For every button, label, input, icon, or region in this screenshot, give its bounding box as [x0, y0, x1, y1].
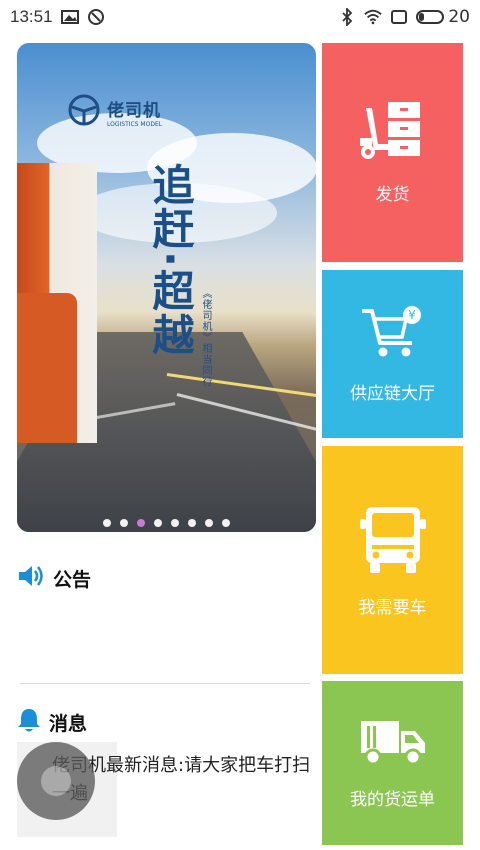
floating-assistive-button[interactable]	[17, 742, 95, 820]
delivery-truck-icon	[359, 717, 427, 771]
notice-title: 公告	[53, 568, 92, 591]
bus-icon	[359, 503, 426, 579]
message-title: 消息	[49, 712, 88, 735]
banner-carousel[interactable]: 佬司机 LOGISTICS MODEL 追赶·超越 《佬司机》相当同行	[17, 43, 316, 532]
circle-slash-icon	[87, 8, 105, 26]
battery-indicator: 20	[416, 7, 470, 27]
supply-chain-hall-label: 供应链大厅	[350, 383, 435, 404]
carousel-dot[interactable]	[154, 519, 162, 527]
carousel-dot[interactable]	[103, 519, 111, 527]
my-waybill-tile[interactable]: 我的货运单	[322, 681, 463, 845]
carousel-dot[interactable]	[171, 519, 179, 527]
ship-goods-tile[interactable]: 发货	[322, 43, 463, 262]
carousel-indicator[interactable]	[17, 519, 316, 527]
section-divider	[20, 683, 310, 684]
carousel-dot[interactable]	[120, 519, 128, 527]
banner-slogan-sub: 《佬司机》相当同行	[200, 288, 211, 387]
need-vehicle-tile[interactable]: 我需要车	[322, 446, 463, 674]
status-time: 13:51	[10, 7, 53, 26]
status-bar: 13:51 20	[0, 0, 480, 34]
assistive-touch-icon	[41, 766, 71, 796]
svg-text:¥: ¥	[408, 308, 416, 322]
need-vehicle-label: 我需要车	[358, 597, 427, 618]
banner-slogan: 追赶·超越	[146, 163, 195, 357]
carousel-dot[interactable]	[137, 519, 145, 527]
shopping-cart-icon: ¥	[360, 305, 426, 365]
status-bar-left: 13:51	[10, 7, 105, 27]
bell-icon	[17, 707, 41, 737]
speaker-icon	[17, 563, 45, 593]
banner-logo: 佬司机 LOGISTICS MODEL	[67, 93, 162, 131]
steering-wheel-icon	[67, 93, 101, 131]
truck-cab-image	[17, 293, 77, 443]
screen-icon	[390, 8, 408, 26]
ship-goods-label: 发货	[375, 185, 410, 205]
message-header[interactable]: 消息	[17, 707, 87, 737]
bluetooth-icon	[338, 8, 356, 26]
status-bar-right: 20	[338, 7, 470, 27]
logo-name: 佬司机	[107, 101, 161, 121]
wifi-icon	[364, 8, 383, 26]
battery-icon	[416, 10, 445, 24]
carousel-dot[interactable]	[222, 519, 230, 527]
carousel-dot[interactable]	[205, 519, 213, 527]
my-waybill-label: 我的货运单	[350, 789, 435, 810]
logo-subtext: LOGISTICS MODEL	[107, 121, 163, 128]
image-icon	[60, 8, 79, 26]
notice-header[interactable]: 公告	[17, 563, 91, 593]
forklift-icon	[358, 100, 428, 166]
supply-chain-hall-tile[interactable]: ¥ 供应链大厅	[322, 270, 463, 438]
battery-level: 20	[448, 7, 470, 27]
carousel-dot[interactable]	[188, 519, 196, 527]
